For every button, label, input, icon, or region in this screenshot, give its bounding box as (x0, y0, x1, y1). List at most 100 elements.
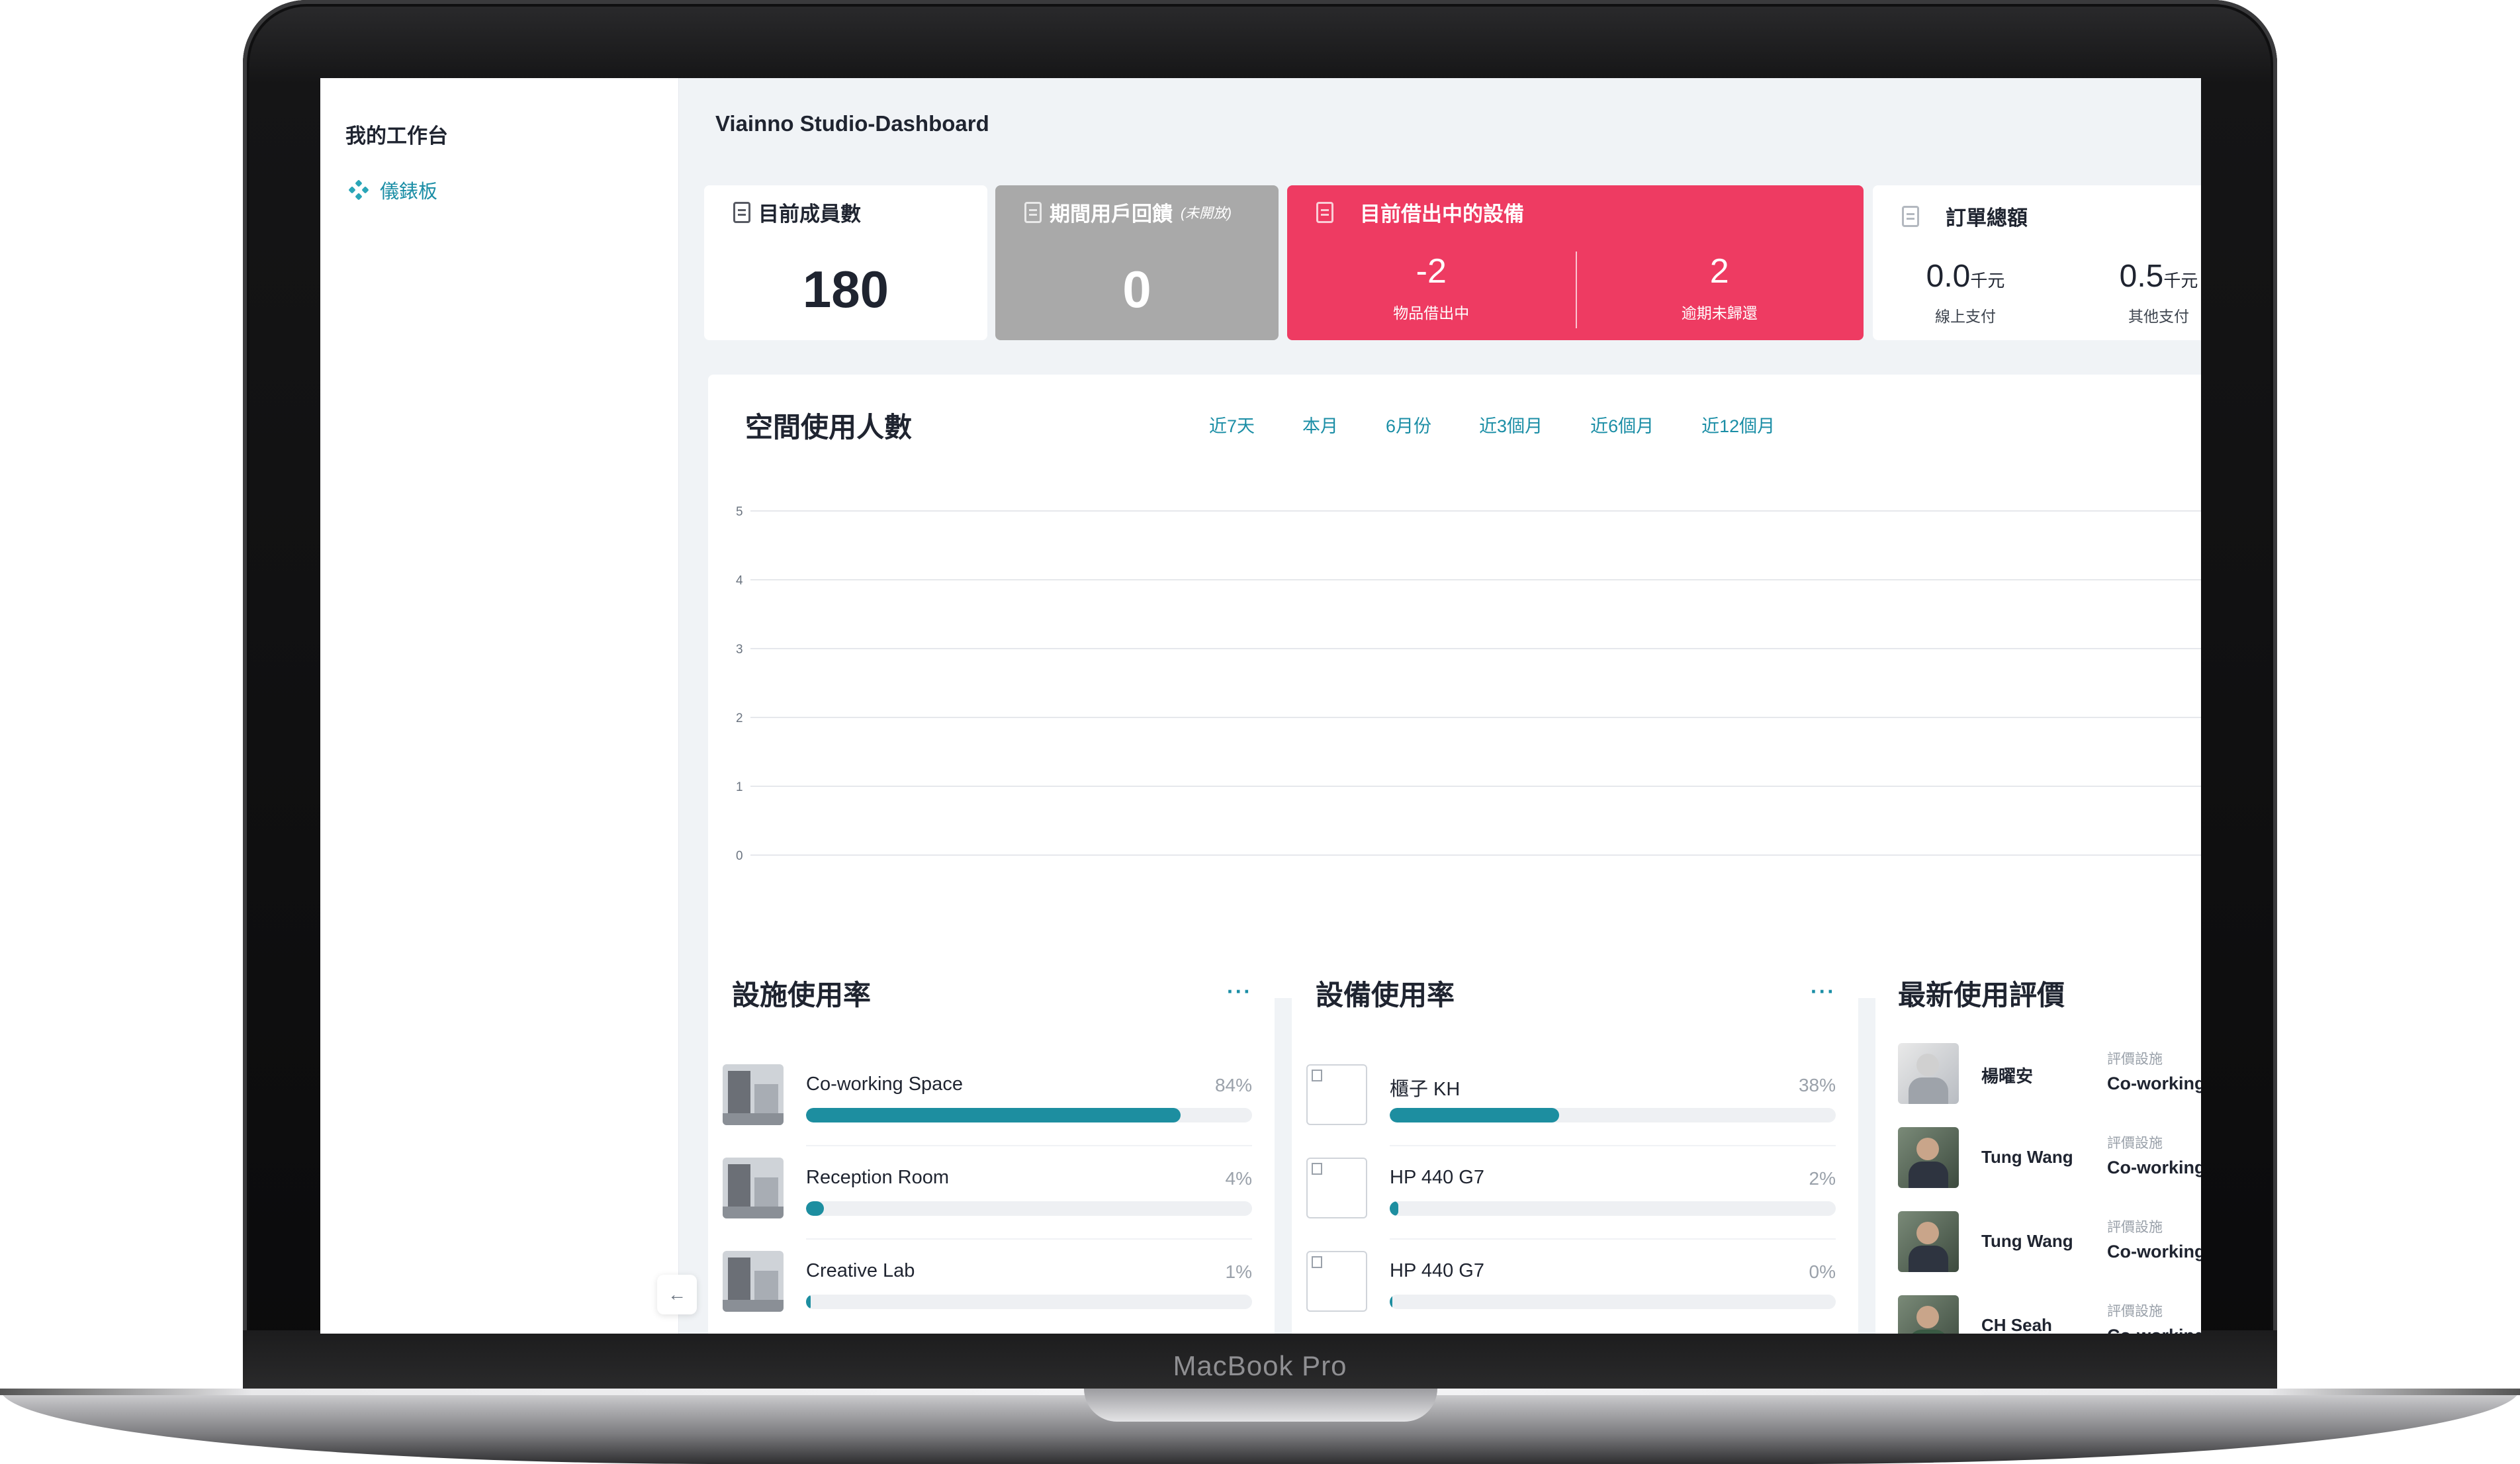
progress-fill (806, 1108, 1181, 1122)
laptop-notch (1084, 1389, 1437, 1422)
broken-image-icon (1306, 1251, 1367, 1312)
progress-fill (1390, 1108, 1560, 1122)
range-7-days[interactable]: 近7天 (1209, 412, 1255, 437)
online-payment-unit: 千元 (1970, 271, 2005, 291)
progress-fill (806, 1201, 824, 1216)
avatar (1898, 1043, 1959, 1104)
feedback-value: 0 (1122, 260, 1151, 318)
members-title: 目前成員數 (758, 203, 861, 226)
space-usage-chart-panel: 0 1 2 3 4 5 空間使用人數 近7天 本月 6月份 近3個月 近6個月 近12個月 (708, 375, 2201, 998)
list-item[interactable]: HP 440 G7 2% (1306, 1158, 1836, 1251)
on-loan-label: 物品借出中 (1393, 304, 1470, 322)
y-tick-label: 3 (736, 643, 743, 657)
online-payment-label: 線上支付 (1935, 308, 1996, 325)
avatar (1898, 1211, 1959, 1272)
chart-title: 空間使用人數 (745, 412, 913, 443)
y-tick-label: 2 (736, 711, 743, 725)
equipment-more-button[interactable]: ··· (1811, 980, 1836, 1004)
orders-card-title: 訂單總額 (1902, 201, 2028, 231)
list-item[interactable]: HP 440 G7 0% (1306, 1251, 1836, 1334)
row-divider (1390, 1145, 1836, 1146)
list-item[interactable]: Co-working Space 84% (723, 1064, 1252, 1158)
range-june[interactable]: 6月份 (1386, 412, 1431, 437)
document-icon (733, 201, 750, 223)
range-3-months[interactable]: 近3個月 (1479, 412, 1543, 437)
reviews-list: 楊曜安 評價設施 Co-working Tung Wang 評價設施 Co-wo… (1898, 1043, 2201, 1334)
range-this-month[interactable]: 本月 (1302, 412, 1338, 437)
reviewer-name: Tung Wang (1981, 1147, 2073, 1167)
space-usage-chart: 0 1 2 3 4 5 (736, 505, 2201, 863)
orders-card: 訂單總額 0.0千元 線上支付 0.5千元 其他支付 (1873, 185, 2201, 340)
equipment-name: HP 440 G7 (1390, 1167, 1484, 1188)
facility-photo (723, 1064, 784, 1125)
overdue-label: 逾期未歸還 (1681, 304, 1758, 322)
reviewer-name: Tung Wang (1981, 1231, 2073, 1251)
facility-name: Reception Room (806, 1167, 949, 1188)
screen: 我的工作台 儀錶板 ← Viainno Studio-Dashboard 目前成… (320, 78, 2201, 1334)
overdue-stat: 2 逾期未歸還 (1576, 252, 1864, 323)
sidebar-item-dashboard[interactable]: 儀錶板 (348, 176, 437, 204)
orders-title: 訂單總額 (1946, 206, 2028, 230)
equipment-percent: 38% (1798, 1075, 1836, 1095)
y-tick-label: 1 (736, 780, 743, 794)
row-divider (1390, 1238, 1836, 1240)
review-item[interactable]: Tung Wang 評價設施 Co-working (1898, 1127, 2201, 1211)
other-payment-unit: 千元 (2163, 271, 2198, 291)
online-payment-stat: 0.0千元 線上支付 (1906, 258, 2025, 326)
equipment-name: HP 440 G7 (1390, 1260, 1484, 1281)
broken-image-icon (1306, 1158, 1367, 1218)
members-card-title: 目前成員數 (733, 197, 861, 227)
progress-bar (806, 1201, 1252, 1216)
equipment-card-title: 目前借出中的設備 (1316, 197, 1524, 227)
row-divider (806, 1238, 1252, 1240)
members-value: 180 (802, 260, 889, 318)
equipment-usage-panel: 設備使用率 ··· 櫃子 KH 38% HP 440 G7 2% HP 440 … (1292, 950, 1858, 1334)
feedback-card-title: 期間用戶回饋 (未開放) (1024, 197, 1232, 227)
list-item[interactable]: Creative Lab 1% (723, 1251, 1252, 1334)
range-12-months[interactable]: 近12個月 (1701, 412, 1775, 437)
equipment-list: 櫃子 KH 38% HP 440 G7 2% HP 440 G7 0% (1306, 1064, 1836, 1334)
facility-photo (723, 1158, 784, 1218)
reviewer-name: 楊曜安 (1981, 1066, 2034, 1086)
sidebar: 我的工作台 儀錶板 (320, 78, 679, 1334)
review-item[interactable]: Tung Wang 評價設施 Co-working (1898, 1211, 2201, 1295)
y-tick-label: 4 (736, 574, 743, 588)
facility-photo (723, 1251, 784, 1312)
equipment-loan-card: 目前借出中的設備 -2 物品借出中 2 逾期未歸還 (1287, 185, 1864, 340)
main-content: Viainno Studio-Dashboard 目前成員數 180 期間用戶回… (678, 78, 2201, 1334)
cabinet-icon (1902, 205, 1919, 227)
reviewer-name: CH Seah (1981, 1315, 2052, 1334)
feedback-note: (未開放) (1181, 205, 1232, 221)
progress-fill (806, 1295, 811, 1309)
list-item[interactable]: Reception Room 4% (723, 1158, 1252, 1251)
progress-bar (806, 1295, 1252, 1309)
review-item[interactable]: CH Seah 評價設施 Co-working (1898, 1295, 2201, 1334)
overdue-value: 2 (1709, 252, 1729, 291)
review-facility: Co-working (2107, 1326, 2201, 1334)
review-facility: Co-working (2107, 1074, 2201, 1093)
facility-percent: 84% (1214, 1075, 1252, 1095)
progress-bar (1390, 1201, 1836, 1216)
equipment-usage-title: 設備使用率 (1316, 980, 1455, 1011)
review-item[interactable]: 楊曜安 評價設施 Co-working (1898, 1043, 2201, 1127)
facility-name: Creative Lab (806, 1260, 915, 1281)
feedback-card: 期間用戶回饋 (未開放) 0 (995, 185, 1279, 340)
avatar (1898, 1127, 1959, 1188)
online-payment-value: 0.0 (1926, 259, 1971, 294)
other-payment-value: 0.5 (2119, 259, 2164, 294)
range-selector: 近7天 本月 6月份 近3個月 近6個月 近12個月 (1209, 412, 1822, 437)
workspace-title: 我的工作台 (345, 124, 448, 148)
list-item[interactable]: 櫃子 KH 38% (1306, 1064, 1836, 1158)
on-loan-value: -2 (1416, 252, 1447, 291)
range-6-months[interactable]: 近6個月 (1590, 412, 1654, 437)
progress-bar (1390, 1295, 1836, 1309)
latest-reviews-panel: 最新使用評價 楊曜安 評價設施 Co-working Tung Wang 評價設… (1875, 950, 2201, 1334)
feedback-title: 期間用戶回饋 (1050, 203, 1173, 226)
facility-more-button[interactable]: ··· (1227, 980, 1252, 1004)
review-caption: 評價設施 (2107, 1052, 2163, 1067)
page-title: Viainno Studio-Dashboard (715, 111, 989, 136)
facility-name: Co-working Space (806, 1074, 963, 1095)
reviews-title: 最新使用評價 (1898, 980, 2065, 1011)
on-loan-stat: -2 物品借出中 (1287, 252, 1576, 323)
facility-percent: 4% (1225, 1168, 1252, 1189)
